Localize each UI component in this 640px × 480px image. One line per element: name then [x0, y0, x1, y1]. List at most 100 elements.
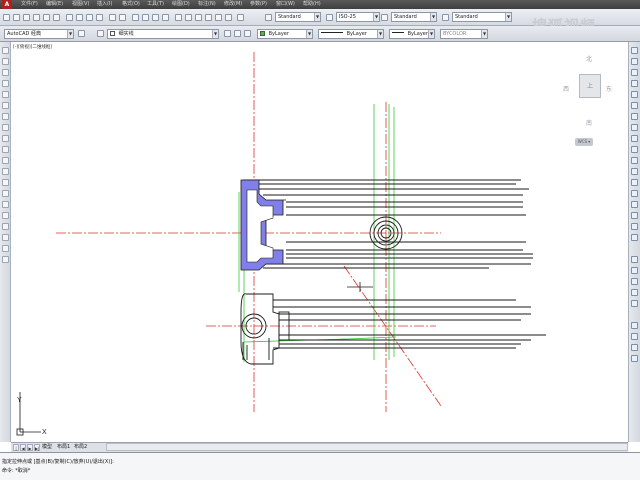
spline-icon[interactable]: [2, 135, 9, 142]
offset-icon[interactable]: [631, 80, 638, 87]
blend-curves-icon[interactable]: [631, 223, 638, 230]
copy-icon[interactable]: [76, 14, 83, 21]
new-icon[interactable]: [3, 14, 10, 21]
multileader-style-select[interactable]: Standard ▼: [452, 12, 512, 22]
lineweight-select[interactable]: ByLayer ▼: [389, 29, 435, 39]
save-icon[interactable]: [23, 14, 30, 21]
region-icon[interactable]: [2, 223, 9, 230]
calculator-icon[interactable]: [225, 14, 232, 21]
viewcube-west[interactable]: 西: [563, 84, 569, 93]
app-logo-icon[interactable]: A: [2, 0, 12, 9]
viewcube[interactable]: 北 西 东 上 南 WCS ▾: [560, 50, 626, 150]
sheet-set-icon[interactable]: [205, 14, 212, 21]
polygon-icon[interactable]: [2, 80, 9, 87]
cut-icon[interactable]: [66, 14, 73, 21]
draworder-front-icon[interactable]: [631, 267, 638, 274]
properties-icon[interactable]: [175, 14, 182, 21]
tab-layout1[interactable]: 布局1: [57, 443, 70, 452]
fillet-icon[interactable]: [631, 212, 638, 219]
table-style-select[interactable]: Standard ▼: [391, 12, 437, 22]
gradient-icon[interactable]: [2, 212, 9, 219]
layer-properties-icon[interactable]: [97, 30, 104, 37]
zoom-realtime-icon[interactable]: [142, 14, 149, 21]
stretch-icon[interactable]: [631, 135, 638, 142]
copy-object-icon[interactable]: [631, 58, 638, 65]
pan-icon[interactable]: [132, 14, 139, 21]
next-tab-icon[interactable]: ▶: [27, 444, 33, 451]
vertical-scrollbar[interactable]: [631, 333, 638, 340]
menu-format[interactable]: 格式(O): [122, 0, 140, 9]
make-block-icon[interactable]: [2, 179, 9, 186]
ellipse-icon[interactable]: [2, 146, 9, 153]
workspace-settings-icon[interactable]: [78, 30, 85, 37]
zoom-window-icon[interactable]: [152, 14, 159, 21]
layer-previous-icon[interactable]: [234, 30, 241, 37]
move-icon[interactable]: [631, 102, 638, 109]
first-tab-icon[interactable]: |◀: [13, 444, 19, 458]
tab-model[interactable]: 模型: [42, 443, 52, 452]
plot-style-select[interactable]: BYCOLOR ▼: [440, 29, 488, 39]
chamfer-icon[interactable]: [631, 201, 638, 208]
zoom-extents-icon[interactable]: [631, 344, 638, 351]
table-icon[interactable]: [2, 234, 9, 241]
menu-window[interactable]: 窗口(W): [276, 0, 295, 9]
linetype-select[interactable]: ByLayer ▼: [318, 29, 384, 39]
tab-layout2[interactable]: 布局2: [74, 443, 87, 452]
help-icon[interactable]: [237, 14, 244, 21]
menu-edit[interactable]: 编辑(E): [46, 0, 63, 9]
viewcube-east[interactable]: 东: [606, 84, 612, 93]
add-selected-icon[interactable]: [2, 256, 9, 263]
layer-state-icon[interactable]: [244, 30, 251, 37]
join-icon[interactable]: [631, 190, 638, 197]
undo-icon[interactable]: [109, 14, 116, 21]
dim-style-select[interactable]: ISO-25 ▼: [336, 12, 380, 22]
menu-modify[interactable]: 修改(M): [224, 0, 242, 9]
viewcube-north[interactable]: 北: [586, 54, 592, 63]
ellipse-arc-icon[interactable]: [2, 157, 9, 164]
layer-select[interactable]: 细实线 ▼: [107, 29, 219, 39]
prev-tab-icon[interactable]: ◀: [20, 444, 26, 451]
menu-insert[interactable]: 插入(I): [97, 0, 112, 9]
color-select[interactable]: ByLayer ▼: [257, 29, 313, 39]
drawing-canvas[interactable]: [-][俯视][二维线框] Y X: [11, 42, 628, 440]
rectangle-icon[interactable]: [2, 91, 9, 98]
menu-tools[interactable]: 工具(T): [147, 0, 164, 9]
menu-parametric[interactable]: 参数(P): [250, 0, 267, 9]
tool-palettes-icon[interactable]: [195, 14, 202, 21]
dim-front-icon[interactable]: [631, 300, 638, 307]
preview-icon[interactable]: [43, 14, 50, 21]
make-current-layer-icon[interactable]: [224, 30, 231, 37]
design-center-icon[interactable]: [185, 14, 192, 21]
menu-help[interactable]: 帮助(H): [303, 0, 321, 9]
menu-dimension[interactable]: 标注(N): [198, 0, 216, 9]
polyline-icon[interactable]: [2, 69, 9, 76]
hatch-back-icon[interactable]: [631, 322, 638, 329]
scale-icon[interactable]: [631, 124, 638, 131]
draworder-icon[interactable]: [631, 256, 638, 263]
markup-icon[interactable]: [215, 14, 222, 21]
multiline-text-icon[interactable]: [2, 245, 9, 252]
erase-icon[interactable]: [631, 47, 638, 54]
text-style-select[interactable]: Standard ▼: [275, 12, 321, 22]
viewcube-top-face[interactable]: 上: [579, 74, 601, 98]
workspace-select[interactable]: AutoCAD 经典 ▼: [4, 29, 74, 39]
publish-icon[interactable]: [53, 14, 60, 21]
mirror-icon[interactable]: [631, 69, 638, 76]
rotate-icon[interactable]: [631, 113, 638, 120]
break-icon[interactable]: [631, 179, 638, 186]
last-tab-icon[interactable]: ▶|: [34, 444, 40, 451]
zoom-previous-icon[interactable]: [162, 14, 169, 21]
open-icon[interactable]: [13, 14, 20, 21]
print-icon[interactable]: [33, 14, 40, 21]
explode-icon[interactable]: [631, 234, 638, 241]
arc-icon[interactable]: [2, 102, 9, 109]
revision-cloud-icon[interactable]: [2, 124, 9, 131]
hatch-icon[interactable]: [2, 201, 9, 208]
trim-icon[interactable]: [631, 146, 638, 153]
paste-icon[interactable]: [86, 14, 93, 21]
circle-icon[interactable]: [2, 113, 9, 120]
extend-icon[interactable]: [631, 157, 638, 164]
construction-line-icon[interactable]: [2, 58, 9, 65]
insert-block-icon[interactable]: [2, 168, 9, 175]
menu-view[interactable]: 视图(V): [72, 0, 89, 9]
